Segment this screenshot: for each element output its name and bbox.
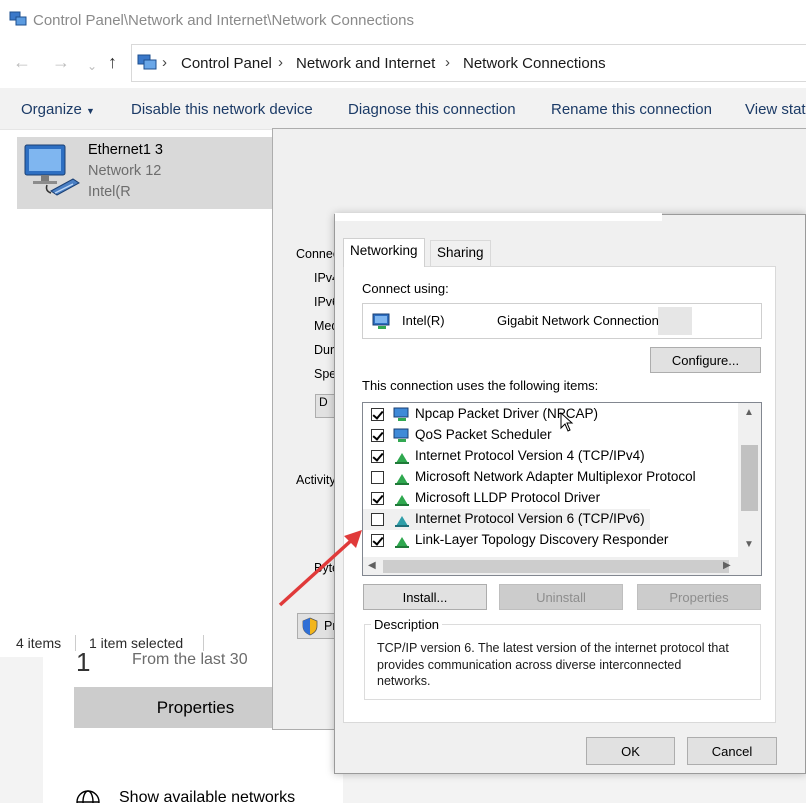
back-arrow-icon[interactable]: ← xyxy=(13,52,31,72)
item-label: Internet Protocol Version 6 (TCP/IPv6) xyxy=(415,511,645,526)
network-connections-icon xyxy=(9,11,27,32)
cancel-button[interactable]: Cancel xyxy=(687,737,777,765)
ok-button[interactable]: OK xyxy=(586,737,675,765)
status-divider xyxy=(203,635,204,651)
ethernet-properties-dialog: Networking Sharing Connect using: Intel(… xyxy=(334,213,806,774)
item-label: Microsoft LLDP Protocol Driver xyxy=(415,490,601,505)
item-checkbox[interactable] xyxy=(371,408,384,421)
item-label: Link-Layer Topology Discovery Responder xyxy=(415,532,669,547)
item-checkbox[interactable] xyxy=(371,513,384,526)
show-available-networks-link[interactable]: Show available networks xyxy=(119,789,295,803)
adapter-name-part2: Gigabit Network Connection xyxy=(497,313,659,328)
item-checkbox[interactable] xyxy=(371,429,384,442)
item-checkbox[interactable] xyxy=(371,450,384,463)
data-usage-number: 1 xyxy=(76,647,91,677)
item-checkbox[interactable] xyxy=(371,534,384,547)
vertical-scroll-thumb[interactable] xyxy=(741,445,758,511)
connection-name: Ethernet1 3 xyxy=(88,142,163,158)
annotation-arrow-icon xyxy=(270,520,370,615)
protocol-icon xyxy=(393,449,411,465)
disable-device-button[interactable]: Disable this network device xyxy=(131,101,313,118)
item-label: QoS Packet Scheduler xyxy=(415,427,552,442)
list-item[interactable]: Microsoft Network Adapter Multiplexor Pr… xyxy=(363,467,738,488)
connect-using-label: Connect using: xyxy=(362,281,449,296)
up-arrow-icon[interactable]: ↑ xyxy=(108,52,117,72)
install-button[interactable]: Install... xyxy=(363,584,487,610)
scroll-up-icon[interactable]: ▲ xyxy=(744,407,754,418)
horizontal-scroll-thumb[interactable] xyxy=(383,560,729,573)
item-properties-button[interactable]: Properties xyxy=(637,584,761,610)
breadcrumb-chevron-icon: › xyxy=(445,54,450,71)
network-client-icon xyxy=(393,428,411,444)
address-bar[interactable]: › Control Panel › Network and Internet ›… xyxy=(131,44,806,82)
items-label: This connection uses the following items… xyxy=(362,378,599,393)
item-label: Microsoft Network Adapter Multiplexor Pr… xyxy=(415,469,696,484)
item-count: 4 items xyxy=(16,635,62,651)
description-text: TCP/IP version 6. The latest version of … xyxy=(377,641,729,688)
window-title: Control Panel\Network and Internet\Netwo… xyxy=(33,12,415,29)
item-checkbox[interactable] xyxy=(371,492,384,505)
protocol-icon xyxy=(393,533,411,549)
network-client-icon xyxy=(393,407,411,423)
speed-label: Spe xyxy=(314,367,337,381)
status-dialog-header xyxy=(273,129,806,217)
uac-shield-icon xyxy=(301,617,319,641)
organize-menu[interactable]: Organize ▼ xyxy=(21,101,95,118)
item-checkbox[interactable] xyxy=(371,471,384,484)
title-bar: Control Panel\Network and Internet\Netwo… xyxy=(0,0,806,42)
connection-network: Network 12 xyxy=(88,163,162,179)
list-item[interactable]: Npcap Packet Driver (NPCAP) xyxy=(363,404,738,425)
breadcrumb-chevron-icon: › xyxy=(278,54,283,71)
activity-label: Activity xyxy=(296,473,336,487)
connection-section-label: Connec xyxy=(296,247,340,261)
redacted-block xyxy=(658,307,692,335)
breadcrumb-control-panel[interactable]: Control Panel xyxy=(181,55,272,72)
mouse-cursor-icon xyxy=(560,411,574,437)
rename-connection-button[interactable]: Rename this connection xyxy=(551,101,712,118)
diagnose-connection-button[interactable]: Diagnose this connection xyxy=(348,101,516,118)
forward-arrow-icon[interactable]: → xyxy=(52,52,70,72)
adapter-name-part1: Intel(R) xyxy=(402,313,445,328)
data-usage-subtitle: From the last 30 xyxy=(132,651,248,668)
breadcrumb-chevron-icon: › xyxy=(162,54,167,71)
description-label: Description xyxy=(371,617,443,632)
dropdown-caret-icon: ▼ xyxy=(86,106,95,116)
uninstall-button[interactable]: Uninstall xyxy=(499,584,623,610)
list-item[interactable]: QoS Packet Scheduler xyxy=(363,425,738,446)
recent-dropdown-icon[interactable]: ⌄ xyxy=(87,56,97,76)
view-status-button[interactable]: View stat xyxy=(745,101,806,118)
tab-sharing[interactable]: Sharing xyxy=(430,240,491,266)
connection-item-ethernet[interactable]: Ethernet1 3 Network 12 Intel(R xyxy=(17,137,275,209)
protocol-icon xyxy=(393,512,411,528)
breadcrumb-network-connections[interactable]: Network Connections xyxy=(463,55,606,72)
control-panel-icon xyxy=(137,53,157,76)
list-item-selected[interactable]: Internet Protocol Version 6 (TCP/IPv6) xyxy=(363,509,650,530)
tab-networking[interactable]: Networking xyxy=(343,238,425,267)
dialog-top-edge xyxy=(335,213,662,221)
list-item[interactable]: Internet Protocol Version 4 (TCP/IPv4) xyxy=(363,446,738,467)
list-item[interactable]: Link-Layer Topology Discovery Responder xyxy=(363,530,738,551)
network-adapter-icon xyxy=(372,313,394,336)
breadcrumb-network-and-internet[interactable]: Network and Internet xyxy=(296,55,435,72)
configure-button[interactable]: Configure... xyxy=(650,347,761,373)
selected-count: 1 item selected xyxy=(89,635,184,651)
item-label: Internet Protocol Version 4 (TCP/IPv4) xyxy=(415,448,645,463)
protocol-icon xyxy=(393,470,411,486)
scroll-down-icon[interactable]: ▼ xyxy=(744,539,754,550)
connection-device: Intel(R xyxy=(88,184,131,200)
command-bar: Organize ▼ Disable this network device D… xyxy=(0,88,806,130)
scroll-right-icon[interactable]: ▶ xyxy=(723,560,731,571)
list-item[interactable]: Microsoft LLDP Protocol Driver xyxy=(363,488,738,509)
globe-icon xyxy=(75,789,101,803)
protocol-icon xyxy=(393,491,411,507)
adapter-box: Intel(R) Gigabit Network Connection xyxy=(362,303,762,339)
ethernet-adapter-icon xyxy=(21,141,83,204)
